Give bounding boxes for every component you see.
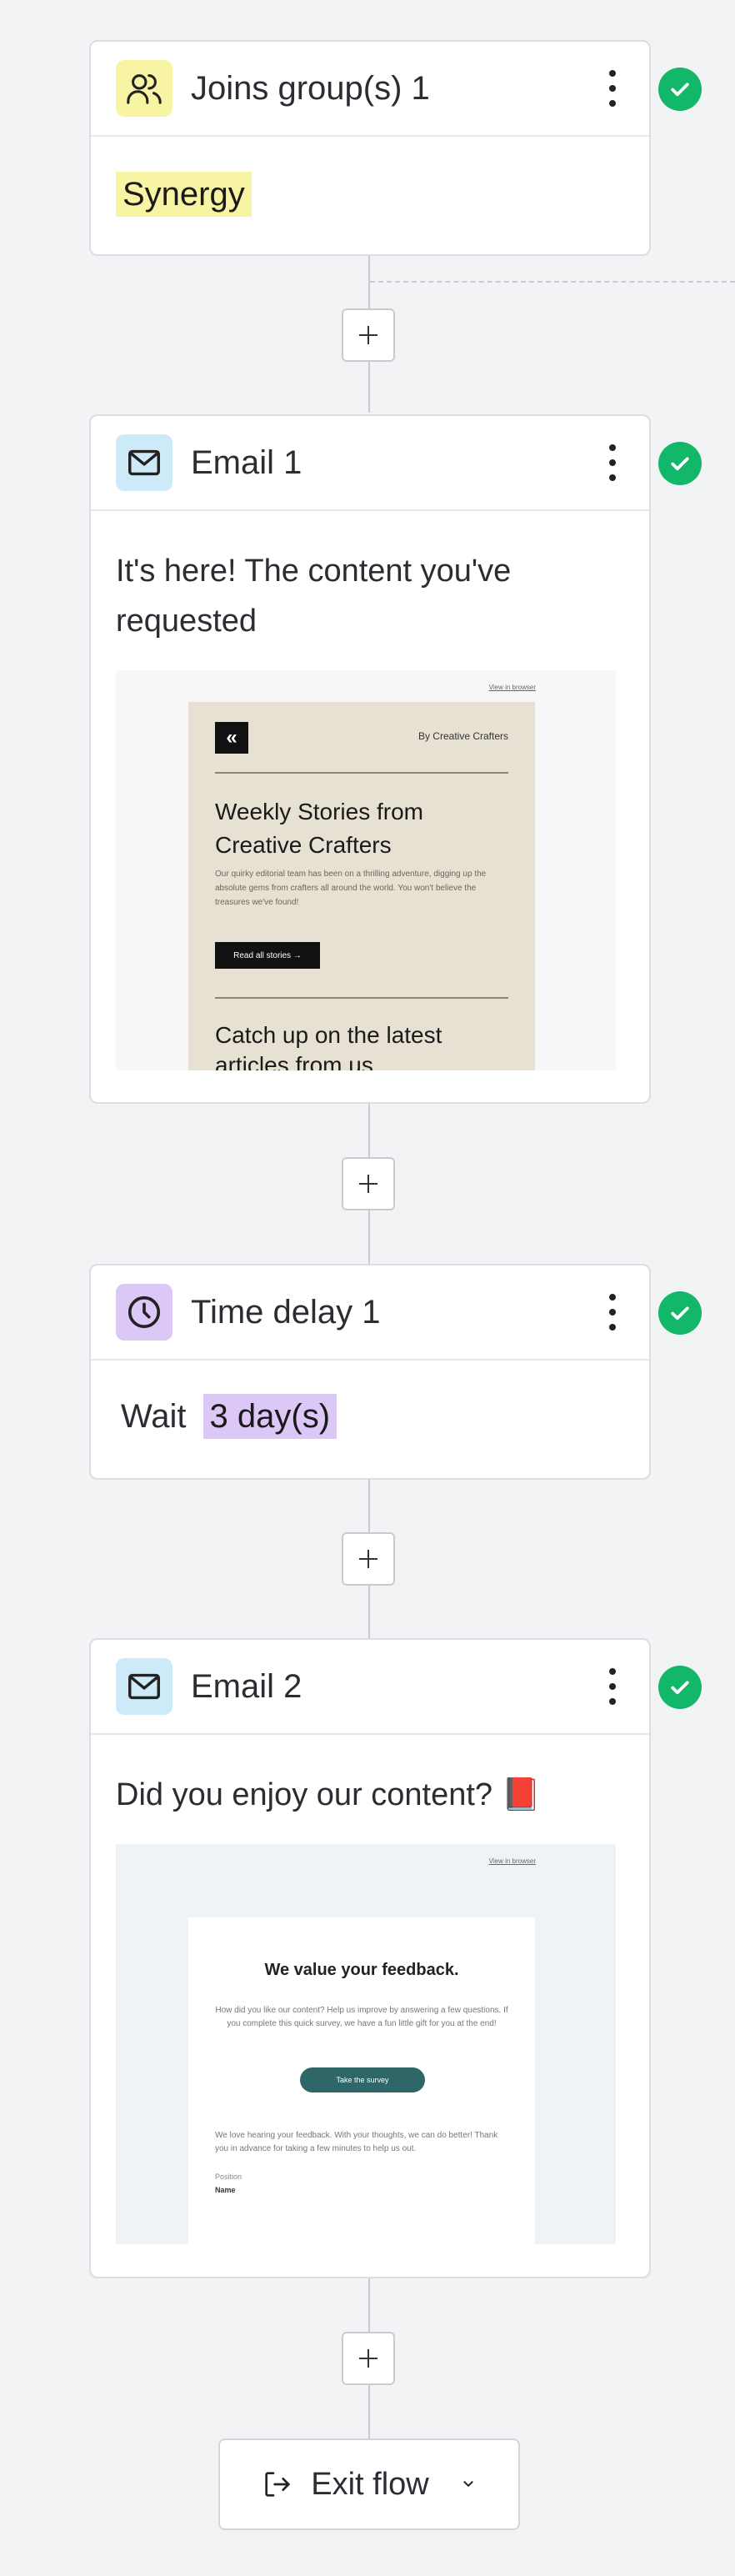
divider — [215, 997, 508, 999]
card-title: Email 1 — [191, 444, 302, 481]
card-title: Time delay 1 — [191, 1293, 381, 1331]
card-header: Time delay 1 — [91, 1265, 649, 1361]
email-preview[interactable]: View in browser We value your feedback. … — [116, 1844, 616, 2244]
preview-body-text: How did you like our content? Help us im… — [215, 2006, 508, 2028]
preview-field-label: Position — [215, 2173, 242, 2181]
exit-flow-button[interactable]: Exit flow — [218, 2438, 520, 2530]
mail-icon — [116, 1658, 172, 1715]
brand-logo: « — [215, 722, 248, 754]
add-step-button[interactable] — [342, 2332, 395, 2385]
view-in-browser-link: View in browser — [488, 684, 536, 691]
add-step-button[interactable] — [342, 1532, 395, 1586]
mail-icon — [116, 434, 172, 491]
card-title: Email 2 — [191, 1667, 302, 1705]
email-preview[interactable]: View in browser « By Creative Crafters W… — [116, 670, 616, 1070]
preview-field-value: Name — [215, 2186, 236, 2194]
preview-headline-2: Catch up on the latest articles from us — [215, 1022, 442, 1070]
more-options-icon[interactable] — [604, 1294, 621, 1331]
exit-icon — [265, 2472, 290, 2497]
clock-icon — [116, 1284, 172, 1341]
plus-icon — [359, 1550, 378, 1568]
success-check-icon — [658, 1666, 702, 1709]
email-preview-body: « By Creative Crafters Weekly Stories fr… — [188, 702, 535, 1070]
preview-headline: Weekly Stories from Creative Crafters — [215, 799, 423, 858]
email-subject: Did you enjoy our content? 📕 — [116, 1777, 541, 1812]
divider — [215, 772, 508, 774]
preview-headline: We value your feedback. — [264, 1961, 459, 1979]
group-tag: Synergy — [116, 172, 252, 217]
add-step-button[interactable] — [342, 308, 395, 362]
card-header: Email 1 — [91, 416, 649, 511]
exit-flow-label: Exit flow — [311, 2466, 429, 2502]
duration-tag: 3 day(s) — [202, 1394, 338, 1439]
email-card[interactable]: Email 1 It's here! The content you've re… — [89, 414, 651, 1104]
email-subject: It's here! The content you've requested — [116, 554, 512, 639]
byline: By Creative Crafters — [418, 730, 508, 742]
preview-body-text-2: We love hearing your feedback. With your… — [215, 2131, 498, 2153]
chevron-down-icon — [463, 2481, 473, 2487]
wait-label: Wait — [121, 1397, 187, 1435]
more-options-icon[interactable] — [604, 70, 621, 107]
branch-connector — [370, 281, 735, 283]
add-step-button[interactable] — [342, 1157, 395, 1210]
card-header: Email 2 — [91, 1640, 649, 1735]
users-icon — [116, 60, 172, 117]
preview-body-text: Our quirky editorial team has been on a … — [215, 870, 487, 907]
preview-cta-button: Take the survey — [300, 2067, 425, 2092]
email-preview-body: We value your feedback. How did you like… — [188, 1917, 535, 2244]
email-card[interactable]: Email 2 Did you enjoy our content? 📕 Vie… — [89, 1638, 651, 2278]
success-check-icon — [658, 442, 702, 485]
view-in-browser-link: View in browser — [488, 1857, 536, 1865]
preview-cta-button: Read all stories → — [215, 942, 320, 969]
trigger-card[interactable]: Joins group(s) 1 Synergy — [89, 40, 651, 256]
plus-icon — [359, 2349, 378, 2368]
plus-icon — [359, 1175, 378, 1193]
more-options-icon[interactable] — [604, 444, 621, 481]
plus-icon — [359, 326, 378, 344]
card-header: Joins group(s) 1 — [91, 42, 649, 137]
success-check-icon — [658, 68, 702, 111]
time-delay-card[interactable]: Time delay 1 Wait 3 day(s) — [89, 1264, 651, 1480]
more-options-icon[interactable] — [604, 1668, 621, 1705]
success-check-icon — [658, 1291, 702, 1335]
card-title: Joins group(s) 1 — [191, 69, 430, 107]
